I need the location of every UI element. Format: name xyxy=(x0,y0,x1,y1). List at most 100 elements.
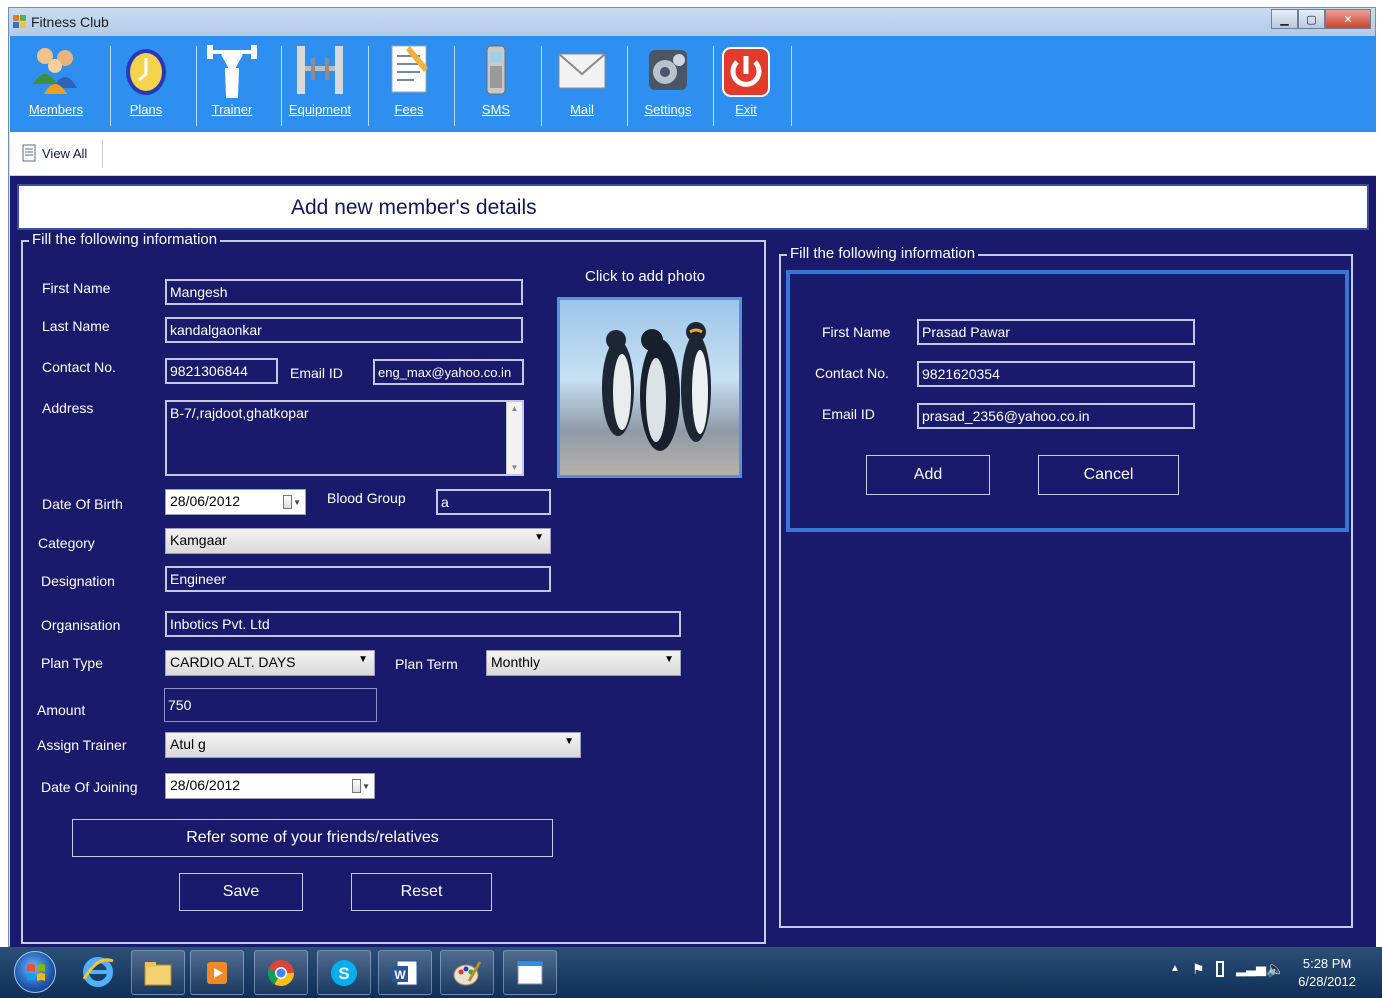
photo-label: Click to add photo xyxy=(585,268,706,285)
plan-type-label: Plan Type xyxy=(41,655,104,671)
reset-button[interactable]: Reset xyxy=(351,873,492,911)
minimize-button[interactable]: ▁ xyxy=(1271,9,1298,29)
folder-icon xyxy=(144,961,172,985)
email-input[interactable] xyxy=(373,359,524,385)
ref-contact-input[interactable] xyxy=(917,361,1195,387)
show-hidden-icons-icon[interactable]: ▲ xyxy=(1170,963,1180,974)
minimize-icon: ▁ xyxy=(1280,13,1289,26)
plan-type-select[interactable]: CARDIO ALT. DAYS ▼ xyxy=(165,650,375,676)
start-button[interactable] xyxy=(14,951,56,993)
amount-input[interactable] xyxy=(164,688,377,722)
toolbar-fees[interactable]: Fees xyxy=(380,40,438,128)
toolbar-sms[interactable]: SMS xyxy=(467,40,525,128)
taskbar-skype[interactable]: S xyxy=(317,950,371,995)
title-bar[interactable]: Fitness Club ▁ ▢ ✕ xyxy=(9,8,1375,36)
last-name-input[interactable] xyxy=(165,317,523,343)
cancel-button[interactable]: Cancel xyxy=(1038,455,1179,495)
taskbar-paint[interactable] xyxy=(440,950,494,995)
toolbar-equipment[interactable]: Equipment xyxy=(285,40,355,128)
scroll-down-icon: ▼ xyxy=(510,463,519,472)
plan-term-label: Plan Term xyxy=(395,656,458,672)
battery-icon[interactable] xyxy=(1216,961,1224,977)
mail-icon xyxy=(553,40,611,100)
address-scrollbar[interactable]: ▲ ▼ xyxy=(506,402,522,474)
toolbar-divider xyxy=(713,46,714,126)
sub-toolbar: View All xyxy=(10,132,1376,176)
app-window-icon xyxy=(517,961,543,984)
media-player-icon xyxy=(207,961,227,984)
window-controls: ▁ ▢ ✕ xyxy=(1271,9,1371,29)
toolbar-divider xyxy=(454,46,455,126)
calendar-dropdown-icon[interactable]: ▼ xyxy=(352,778,370,794)
clock[interactable]: 5:28 PM 6/28/2012 xyxy=(1298,955,1356,991)
toolbar-divider xyxy=(196,46,197,126)
assign-trainer-label: Assign Trainer xyxy=(37,737,127,753)
save-button[interactable]: Save xyxy=(179,873,303,911)
ref-email-input[interactable] xyxy=(917,403,1195,429)
toolbar-label-sms: SMS xyxy=(481,102,511,117)
chrome-icon xyxy=(267,959,295,986)
designation-input[interactable] xyxy=(165,566,551,592)
settings-icon xyxy=(639,40,697,100)
toolbar-trainer[interactable]: Trainer xyxy=(203,40,261,128)
taskbar-fitness-club[interactable] xyxy=(503,950,557,995)
toolbar-members[interactable]: Members xyxy=(26,40,86,128)
blood-group-input[interactable] xyxy=(436,489,551,515)
category-label: Category xyxy=(38,535,95,551)
ref-first-name-input[interactable] xyxy=(917,319,1195,345)
taskbar-explorer[interactable] xyxy=(131,950,185,995)
toolbar-exit[interactable]: Exit xyxy=(717,40,775,128)
action-center-flag-icon[interactable]: ⚑ xyxy=(1192,961,1205,978)
toolbar-label-equipment: Equipment xyxy=(288,102,352,117)
scroll-up-icon: ▲ xyxy=(510,404,519,413)
volume-icon[interactable]: 🔈 xyxy=(1266,960,1285,978)
member-info-legend: Fill the following information xyxy=(29,231,221,248)
doj-value: 28/06/2012 xyxy=(170,777,241,793)
dob-datepicker[interactable]: 28/06/2012 ▼ xyxy=(165,489,306,515)
sms-icon xyxy=(467,40,525,100)
address-label: Address xyxy=(42,400,94,416)
organisation-label: Organisation xyxy=(41,617,121,633)
email-label: Email ID xyxy=(290,365,343,381)
designation-label: Designation xyxy=(41,573,115,589)
member-photo[interactable] xyxy=(557,297,742,478)
view-all-button[interactable]: View All xyxy=(22,144,87,162)
first-name-label: First Name xyxy=(42,280,111,296)
doj-datepicker[interactable]: 28/06/2012 ▼ xyxy=(165,773,375,799)
calendar-dropdown-icon[interactable]: ▼ xyxy=(283,494,301,510)
clock-time: 5:28 PM xyxy=(1302,956,1352,971)
toolbar-label-members: Members xyxy=(28,102,84,117)
trainer-icon xyxy=(203,40,261,100)
signal-icon[interactable]: ▂▃▅ xyxy=(1236,961,1266,977)
category-value: Kamgaar xyxy=(170,532,227,548)
toolbar-settings[interactable]: Settings xyxy=(639,40,697,128)
first-name-input[interactable] xyxy=(165,279,523,305)
close-button[interactable]: ✕ xyxy=(1325,9,1371,29)
add-button[interactable]: Add xyxy=(866,455,990,495)
toolbar-label-mail: Mail xyxy=(570,102,594,117)
trainer-select[interactable]: Atul g ▼ xyxy=(165,732,581,758)
chevron-down-icon: ▼ xyxy=(358,654,368,665)
organisation-input[interactable] xyxy=(165,611,681,637)
toolbar-label-plans: Plans xyxy=(129,102,163,117)
plan-term-value: Monthly xyxy=(491,654,541,670)
category-select[interactable]: Kamgaar ▼ xyxy=(165,528,551,554)
contact-input[interactable] xyxy=(165,358,278,384)
toolbar-mail[interactable]: Mail xyxy=(553,40,611,128)
address-textarea[interactable]: B-7/,rajdoot,ghatkopar xyxy=(165,400,524,476)
chevron-down-icon: ▼ xyxy=(664,654,674,665)
system-tray: ▲ ⚑ ▂▃▅ 🔈 5:28 PM 6/28/2012 xyxy=(1162,947,1382,998)
paint-icon xyxy=(453,960,482,985)
refer-friends-button[interactable]: Refer some of your friends/relatives xyxy=(72,819,553,857)
app-icon xyxy=(13,15,27,29)
toolbar-plans[interactable]: Plans xyxy=(117,40,175,128)
page-title: Add new member's details xyxy=(291,196,537,219)
taskbar-chrome[interactable] xyxy=(254,950,308,995)
taskbar-word[interactable]: W xyxy=(378,950,432,995)
ref-email-label: Email ID xyxy=(822,406,875,422)
taskbar-media-player[interactable] xyxy=(190,950,244,995)
maximize-button[interactable]: ▢ xyxy=(1298,9,1325,29)
plan-term-select[interactable]: Monthly ▼ xyxy=(486,650,681,676)
taskbar-ie[interactable] xyxy=(80,953,116,989)
main-toolbar: Members Plans Trainer Equipment Fees SMS… xyxy=(10,36,1376,132)
